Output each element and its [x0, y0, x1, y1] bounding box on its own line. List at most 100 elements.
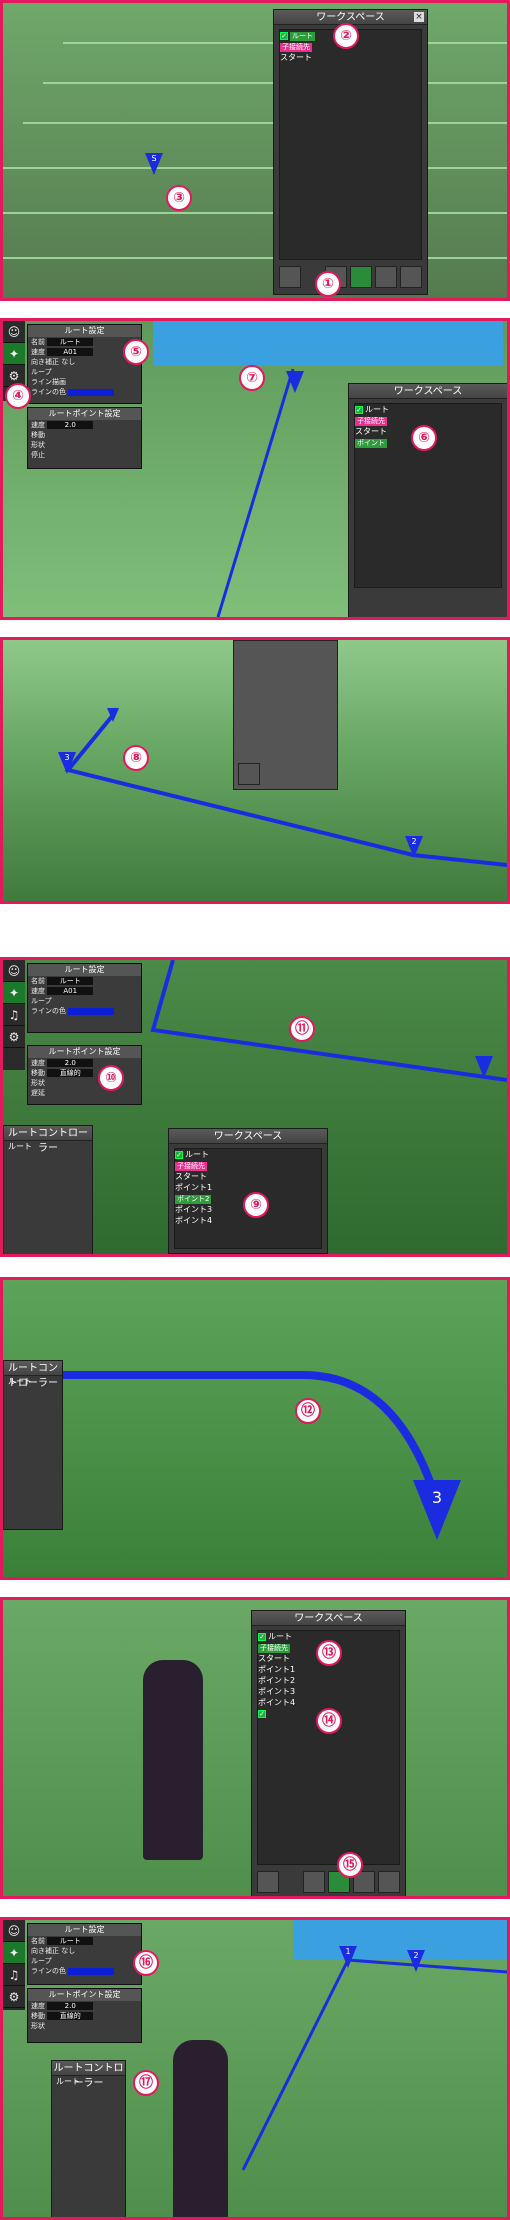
color-label: ラインの色 [31, 1967, 66, 1975]
marker-9: ⑨ [243, 1192, 269, 1218]
dir-value[interactable]: なし [61, 1947, 75, 1955]
tree-item-start[interactable]: スタート [280, 52, 421, 63]
controller-window: ルートコントローラー ルート [51, 2060, 126, 2217]
pin-2-icon[interactable] [475, 1056, 493, 1078]
checkbox-icon[interactable]: ✓ [258, 1632, 266, 1641]
marker-17: ⑰ [133, 2070, 159, 2096]
marker-5: ⑤ [123, 339, 149, 365]
point-speed-field[interactable]: 2.0 [47, 1059, 94, 1067]
add-icon[interactable]: ☺ [3, 321, 25, 343]
line-label: ライン描画 [31, 378, 66, 386]
wait-label: 遅延 [31, 1089, 45, 1097]
pin-1-icon[interactable] [107, 708, 119, 722]
tree-item-point-4[interactable]: ポイント4 [175, 1215, 321, 1226]
dir-value[interactable]: なし [61, 358, 75, 366]
point-speed-field[interactable]: 2.0 [47, 2002, 94, 2010]
tool-button-3[interactable] [375, 266, 397, 288]
route-icon[interactable]: ✦ [3, 343, 25, 365]
move-label: 移動 [31, 1069, 45, 1077]
workspace-window: ワークスペース × ✓ ルート 子接続先 スタート [273, 9, 428, 295]
route-settings-panel: ルート設定 名前 ルート 向き補正 なし ループ ラインの色 [27, 1923, 142, 1985]
system-icon[interactable]: ⚙ [3, 1986, 25, 2008]
point-label: ポイント [355, 439, 387, 448]
marker-12: ⑫ [295, 1398, 321, 1424]
tree-item-group[interactable]: 子接続先 [355, 415, 501, 426]
tree-item-point-2[interactable]: ポイント2 [258, 1675, 399, 1686]
add-icon[interactable]: ☺ [3, 960, 25, 982]
name-label: 名前 [31, 1937, 45, 1945]
panel-4: ☺ ✦ ♫ ⚙ ルート設定 名前 ルート 速度 A01 ループ ラインの色 ルー… [0, 957, 510, 1257]
checkbox-icon[interactable]: ✓ [175, 1150, 183, 1159]
pin-2-label: 2 [413, 1951, 419, 1960]
tree-item-point-1[interactable]: ポイント1 [175, 1182, 321, 1193]
checkbox-icon[interactable]: ✓ [258, 1709, 266, 1718]
workspace-tree: ✓ ルート 子接続先 スタート [279, 29, 422, 260]
tool-button-2[interactable] [350, 266, 372, 288]
tree-item-point-4[interactable]: ポイント4 [258, 1697, 399, 1708]
pin-2-label: 2 [411, 837, 417, 846]
tree-item-root[interactable]: ✓ ルート [355, 404, 501, 415]
marker-1: ① [315, 271, 341, 297]
line-color-swatch[interactable] [68, 1967, 115, 1975]
tool-button-1[interactable] [303, 1871, 325, 1893]
move-select[interactable]: 直線的 [47, 2012, 94, 2020]
point-pin-icon[interactable] [286, 371, 304, 393]
name-field[interactable]: ルート [47, 338, 94, 346]
delete-icon[interactable] [279, 266, 301, 288]
name-label: 名前 [31, 977, 45, 985]
speed-label: 速度 [31, 348, 45, 356]
panel-1: S ③ ワークスペース × ✓ ルート 子接続先 スタート ② ① [0, 0, 510, 301]
sidebar: ☺ ✦ ♫ ⚙ [3, 1920, 25, 2010]
marker-15: ⑮ [337, 1852, 363, 1878]
route-settings-title: ルート設定 [28, 325, 141, 337]
group-label: 子接続先 [280, 43, 312, 52]
loop-label: ループ [31, 368, 52, 376]
character-figure [173, 2040, 228, 2217]
tool-button-4[interactable] [378, 1871, 400, 1893]
move-select[interactable]: 直線的 [47, 1069, 94, 1077]
add-icon[interactable]: ☺ [3, 1920, 25, 1942]
root-label: ルート [290, 32, 315, 41]
tree-item-start[interactable]: スタート [175, 1171, 321, 1182]
route-line [64, 713, 507, 867]
checkbox-icon[interactable]: ✓ [280, 31, 288, 40]
music-icon[interactable]: ♫ [3, 1004, 25, 1026]
checkbox-icon[interactable]: ✓ [355, 405, 363, 414]
line-color-swatch[interactable] [68, 388, 115, 396]
marker-6: ⑥ [411, 425, 437, 451]
shape-label: 形状 [31, 441, 45, 449]
line-color-swatch[interactable] [68, 1007, 115, 1015]
point-settings-panel: ルートポイント設定 速度 2.0 移動 直線的 形状 [27, 1988, 142, 2043]
marker-10: ⑩ [98, 1065, 124, 1091]
tool-button-4[interactable] [400, 266, 422, 288]
tree-item-root[interactable]: ✓ ルート [175, 1149, 321, 1160]
system-icon[interactable]: ⚙ [3, 1026, 25, 1048]
point-settings-title: ルートポイント設定 [28, 408, 141, 420]
group-label: 子接続先 [175, 1162, 207, 1171]
name-field[interactable]: ルート [47, 1937, 94, 1945]
workspace-toolbar [279, 264, 422, 290]
point-2-label: ポイント2 [175, 1195, 212, 1204]
close-icon[interactable]: × [414, 12, 424, 22]
delete-icon[interactable] [257, 1871, 279, 1893]
workspace-title: ワークスペース [213, 1131, 283, 1142]
name-field[interactable]: ルート [47, 977, 94, 985]
tree-item-group[interactable]: 子接続先 [175, 1160, 321, 1171]
point-speed-field[interactable]: 2.0 [47, 421, 94, 429]
speed-field[interactable]: A01 [47, 987, 94, 995]
music-icon[interactable]: ♫ [3, 1964, 25, 1986]
move-label: 移動 [31, 431, 45, 439]
workspace-toolbar [257, 1869, 400, 1895]
marker-13: ⑬ [316, 1640, 342, 1666]
marker-14: ⑭ [316, 1708, 342, 1734]
pin-3-label: 3 [64, 753, 70, 762]
move-label: 移動 [31, 2012, 45, 2020]
root-label: ルート [365, 405, 389, 414]
group-label: 子接続先 [258, 1644, 290, 1653]
speed-field[interactable]: A01 [47, 348, 94, 356]
route-icon[interactable]: ✦ [3, 982, 25, 1004]
point-speed-label: 速度 [31, 1059, 45, 1067]
route-icon[interactable]: ✦ [3, 1942, 25, 1964]
route-settings-panel: ルート設定 名前 ルート 速度 A01 ループ ラインの色 [27, 963, 142, 1033]
tree-item-point-3[interactable]: ポイント3 [258, 1686, 399, 1697]
